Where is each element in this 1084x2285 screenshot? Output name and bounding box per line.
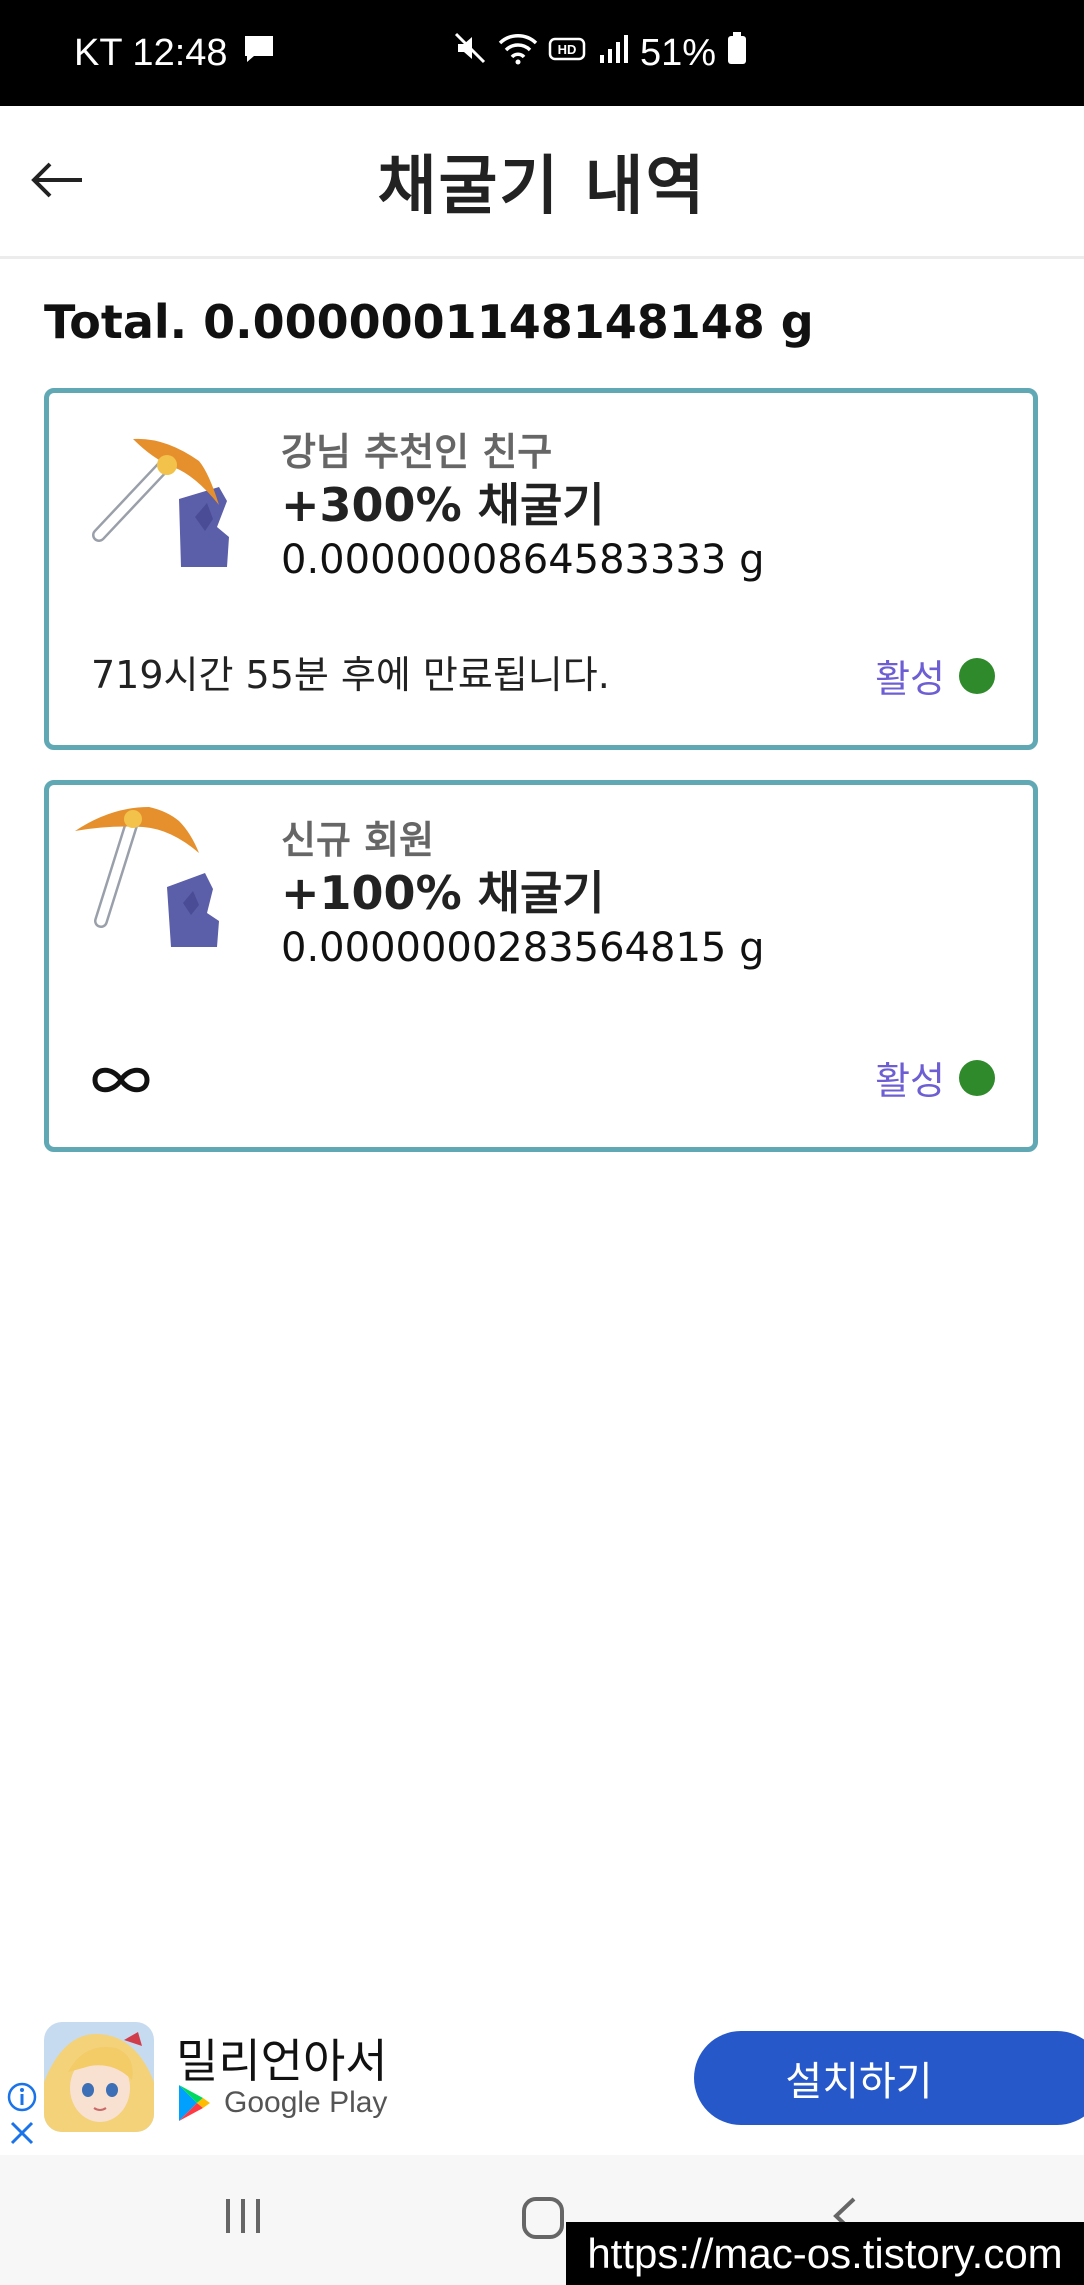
total-amount: Total. 0.0000001148148148 g [44, 295, 814, 349]
svg-text:HD: HD [558, 42, 577, 57]
signal-icon [598, 32, 630, 75]
home-button[interactable] [520, 2195, 566, 2245]
status-label: 활성 [875, 1059, 945, 1103]
google-play-icon [179, 2085, 210, 2121]
infinity-icon [89, 1063, 153, 1101]
message-icon [242, 32, 276, 75]
home-icon [522, 2197, 564, 2239]
ad-title: 밀리언아서 [176, 2034, 388, 2088]
pickaxe-icon [71, 797, 231, 957]
recent-apps-button[interactable] [222, 2195, 264, 2241]
app-bar: 채굴기 내역 [0, 106, 1084, 259]
page-title: 채굴기 내역 [377, 150, 707, 224]
arrow-left-icon [31, 162, 82, 198]
card-status: 활성 [875, 1050, 995, 1105]
watermark: https://mac-os.tistory.com [566, 2222, 1084, 2285]
hd-icon: HD [548, 32, 588, 75]
status-label: 활성 [875, 657, 945, 701]
card-status: 활성 [875, 648, 995, 703]
ad-store: Google Play [176, 2083, 387, 2123]
card-amount: 0.0000000864583333 g [281, 537, 765, 583]
card-source: 신규 회원 [281, 818, 435, 862]
card-source: 강님 추천인 친구 [281, 430, 553, 474]
card-info: 신규 회원 +100% 채굴기 0.0000000283564815 g [281, 815, 764, 975]
status-dot-icon [959, 1059, 995, 1096]
status-left: KT 12:48 [74, 32, 276, 75]
recent-apps-icon [226, 2199, 260, 2233]
miner-card[interactable]: 신규 회원 +100% 채굴기 0.0000000283564815 g 활성 [44, 780, 1038, 1152]
status-right: HD 51% [452, 30, 748, 76]
status-bar: KT 12:48 HD 51% [0, 0, 1084, 106]
card-boost: +100% 채굴기 [281, 866, 605, 920]
card-info: 강님 추천인 친구 +300% 채굴기 0.0000000864583333 g [281, 427, 764, 587]
install-button[interactable]: 설치하기 [694, 2031, 1084, 2125]
card-boost: +300% 채굴기 [281, 478, 605, 532]
wifi-icon [498, 31, 538, 75]
ad-app-thumbnail[interactable] [44, 2022, 154, 2132]
carrier-time: KT 12:48 [74, 31, 228, 74]
back-button[interactable] [26, 148, 90, 212]
mute-icon [452, 30, 488, 76]
card-amount: 0.0000000283564815 g [281, 925, 765, 971]
ad-store-label: Google Play [224, 2086, 388, 2119]
battery-icon [726, 31, 748, 75]
miner-card[interactable]: 강님 추천인 친구 +300% 채굴기 0.0000000864583333 g… [44, 388, 1038, 750]
ad-banner[interactable]: 밀리언아서 Google Play 설치하기 [0, 2015, 1084, 2155]
install-button-label: 설치하기 [785, 2059, 933, 2105]
status-dot-icon [959, 657, 995, 694]
card-expire-text: 719시간 55분 후에 만료됩니다. [91, 653, 610, 697]
ad-close-icon[interactable] [8, 2119, 36, 2151]
battery-text: 51% [640, 31, 717, 74]
pickaxe-icon [87, 427, 247, 587]
ad-info-icon[interactable] [6, 2081, 38, 2117]
